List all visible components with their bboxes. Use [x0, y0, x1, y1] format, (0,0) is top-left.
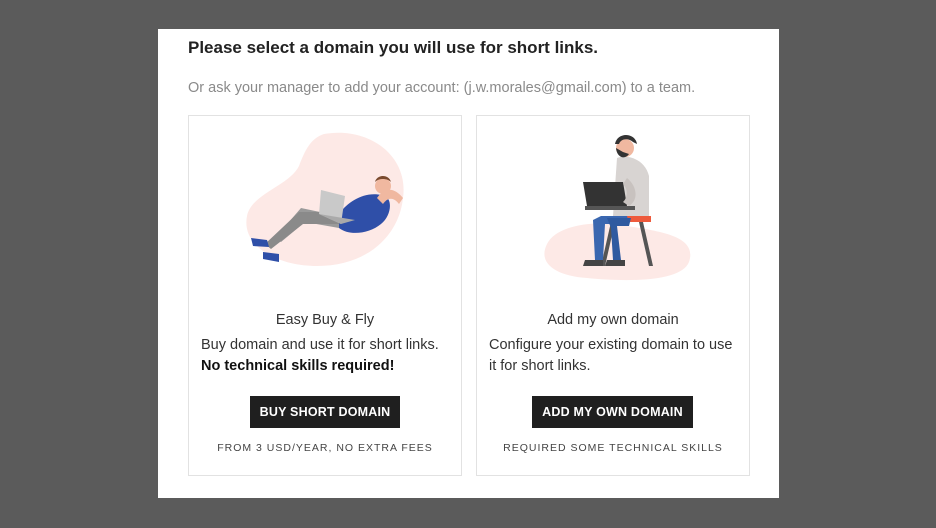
- person-relaxing-with-laptop-icon: [246, 132, 404, 266]
- option-description: Buy domain and use it for short links. N…: [201, 335, 453, 377]
- option-card-own-domain[interactable]: Add my own domain Configure your existin…: [476, 115, 750, 476]
- option-description-text: Configure your existing domain to use it…: [489, 337, 733, 374]
- option-heading: Easy Buy & Fly: [275, 312, 375, 328]
- option-emphasis: No technical skills required!: [201, 358, 395, 374]
- option-note: FROM 3 USD/YEAR, NO EXTRA FEES: [217, 442, 433, 454]
- option-description-text: Buy domain and use it for short links.: [201, 337, 439, 353]
- option-heading: Add my own domain: [547, 312, 679, 328]
- buy-short-domain-button[interactable]: BUY SHORT DOMAIN: [250, 396, 400, 428]
- option-card-buy-domain[interactable]: Easy Buy & Fly Buy domain and use it for…: [188, 115, 462, 476]
- option-description: Configure your existing domain to use it…: [489, 335, 741, 377]
- add-my-own-domain-button[interactable]: ADD MY OWN DOMAIN: [532, 396, 693, 428]
- option-note: REQUIRED SOME TECHNICAL SKILLS: [503, 442, 723, 454]
- person-sitting-with-laptop-icon: [544, 135, 691, 281]
- dialog-subtitle: Or ask your manager to add your account:…: [188, 80, 696, 96]
- domain-select-dialog: Please select a domain you will use for …: [158, 29, 779, 498]
- dialog-title: Please select a domain you will use for …: [188, 38, 599, 57]
